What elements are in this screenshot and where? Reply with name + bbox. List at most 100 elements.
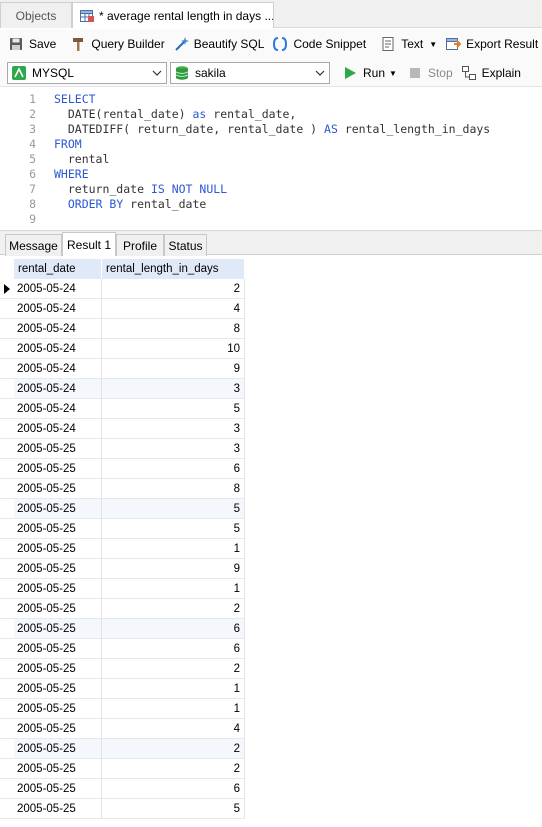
row-selector[interactable] (0, 439, 14, 459)
row-selector[interactable] (0, 659, 14, 679)
table-row[interactable]: 2005-05-25 5 (0, 519, 245, 539)
table-row[interactable]: 2005-05-24 2 (0, 279, 245, 299)
cell-rental-date[interactable]: 2005-05-25 (14, 759, 102, 779)
editor-line[interactable]: 6 WHERE (0, 166, 89, 181)
cell-rental-date[interactable]: 2005-05-25 (14, 599, 102, 619)
result-tab-profile[interactable]: Profile (116, 234, 164, 256)
cell-rental-date[interactable]: 2005-05-25 (14, 499, 102, 519)
editor-line[interactable]: 2 DATE(rental_date) as rental_date, (0, 106, 296, 121)
row-selector[interactable] (0, 759, 14, 779)
cell-rental-length[interactable]: 9 (102, 359, 245, 379)
table-row[interactable]: 2005-05-25 2 (0, 599, 245, 619)
cell-rental-length[interactable]: 6 (102, 639, 245, 659)
export-result-button[interactable]: Export Result (441, 32, 542, 56)
editor-line[interactable]: 3 DATEDIFF( return_date, rental_date ) A… (0, 121, 490, 136)
row-selector[interactable] (0, 539, 14, 559)
cell-rental-date[interactable]: 2005-05-25 (14, 699, 102, 719)
row-selector[interactable] (0, 499, 14, 519)
cell-rental-date[interactable]: 2005-05-25 (14, 659, 102, 679)
row-selector[interactable] (0, 459, 14, 479)
row-selector[interactable] (0, 739, 14, 759)
editor-line[interactable]: 1 SELECT (0, 91, 95, 106)
editor-line[interactable]: 5 rental (0, 151, 109, 166)
cell-rental-date[interactable]: 2005-05-25 (14, 799, 102, 819)
connection-select[interactable]: MYSQL (7, 62, 167, 84)
cell-rental-length[interactable]: 6 (102, 619, 245, 639)
row-selector[interactable] (0, 379, 14, 399)
code-snippet-button[interactable]: Code Snippet (268, 32, 370, 56)
row-selector[interactable] (0, 559, 14, 579)
cell-rental-date[interactable]: 2005-05-25 (14, 679, 102, 699)
cell-rental-length[interactable]: 3 (102, 439, 245, 459)
row-selector[interactable] (0, 799, 14, 819)
table-row[interactable]: 2005-05-25 8 (0, 479, 245, 499)
cell-rental-length[interactable]: 5 (102, 519, 245, 539)
table-row[interactable]: 2005-05-25 6 (0, 459, 245, 479)
tab-objects[interactable]: Objects (0, 2, 72, 28)
cell-rental-length[interactable]: 6 (102, 459, 245, 479)
editor-line[interactable]: 7 return_date IS NOT NULL (0, 181, 227, 196)
row-selector[interactable] (0, 639, 14, 659)
cell-rental-length[interactable]: 4 (102, 299, 245, 319)
editor-line[interactable]: 4 FROM (0, 136, 82, 151)
row-selector[interactable] (0, 579, 14, 599)
table-row[interactable]: 2005-05-25 6 (0, 619, 245, 639)
stop-button[interactable]: Stop (403, 61, 457, 85)
cell-rental-length[interactable]: 1 (102, 539, 245, 559)
cell-rental-date[interactable]: 2005-05-25 (14, 559, 102, 579)
editor-line[interactable]: 8 ORDER BY rental_date (0, 196, 206, 211)
cell-rental-length[interactable]: 2 (102, 279, 245, 299)
row-selector[interactable] (0, 719, 14, 739)
cell-rental-length[interactable]: 3 (102, 379, 245, 399)
cell-rental-date[interactable]: 2005-05-25 (14, 579, 102, 599)
result-tab-status[interactable]: Status (164, 234, 207, 256)
cell-rental-date[interactable]: 2005-05-25 (14, 639, 102, 659)
column-header-rental-date[interactable]: rental_date (14, 259, 102, 279)
table-row[interactable]: 2005-05-25 1 (0, 539, 245, 559)
table-row[interactable]: 2005-05-25 4 (0, 719, 245, 739)
row-selector[interactable] (0, 359, 14, 379)
cell-rental-date[interactable]: 2005-05-25 (14, 539, 102, 559)
table-row[interactable]: 2005-05-25 2 (0, 659, 245, 679)
table-row[interactable]: 2005-05-25 2 (0, 759, 245, 779)
row-selector[interactable] (0, 599, 14, 619)
cell-rental-length[interactable]: 1 (102, 679, 245, 699)
cell-rental-length[interactable]: 2 (102, 759, 245, 779)
explain-button[interactable]: Explain (457, 61, 525, 85)
cell-rental-length[interactable]: 5 (102, 399, 245, 419)
cell-rental-date[interactable]: 2005-05-25 (14, 739, 102, 759)
cell-rental-date[interactable]: 2005-05-24 (14, 359, 102, 379)
cell-rental-date[interactable]: 2005-05-24 (14, 379, 102, 399)
cell-rental-length[interactable]: 8 (102, 479, 245, 499)
tab-query[interactable]: * average rental length in days ... (72, 2, 274, 28)
cell-rental-length[interactable]: 1 (102, 699, 245, 719)
row-selector-arrow-icon[interactable] (0, 279, 14, 299)
table-row[interactable]: 2005-05-24 8 (0, 319, 245, 339)
cell-rental-length[interactable]: 2 (102, 599, 245, 619)
sql-editor[interactable]: 1 SELECT 2 DATE(rental_date) as rental_dat… (0, 88, 542, 230)
row-selector[interactable] (0, 679, 14, 699)
row-selector[interactable] (0, 319, 14, 339)
cell-rental-length[interactable]: 9 (102, 559, 245, 579)
cell-rental-length[interactable]: 2 (102, 739, 245, 759)
table-row[interactable]: 2005-05-24 3 (0, 419, 245, 439)
table-row[interactable]: 2005-05-25 6 (0, 779, 245, 799)
cell-rental-date[interactable]: 2005-05-25 (14, 439, 102, 459)
cell-rental-date[interactable]: 2005-05-24 (14, 419, 102, 439)
row-selector[interactable] (0, 699, 14, 719)
result-tab-message[interactable]: Message (5, 234, 62, 256)
row-selector[interactable] (0, 299, 14, 319)
table-row[interactable]: 2005-05-25 1 (0, 679, 245, 699)
table-row[interactable]: 2005-05-25 9 (0, 559, 245, 579)
table-row[interactable]: 2005-05-25 1 (0, 699, 245, 719)
table-row[interactable]: 2005-05-24 10 (0, 339, 245, 359)
cell-rental-date[interactable]: 2005-05-24 (14, 339, 102, 359)
row-selector[interactable] (0, 779, 14, 799)
beautify-sql-button[interactable]: Beautify SQL (169, 32, 269, 56)
cell-rental-date[interactable]: 2005-05-25 (14, 779, 102, 799)
row-selector[interactable] (0, 399, 14, 419)
cell-rental-date[interactable]: 2005-05-24 (14, 399, 102, 419)
cell-rental-length[interactable]: 8 (102, 319, 245, 339)
row-selector[interactable] (0, 339, 14, 359)
run-dropdown-icon[interactable]: ▼ (389, 69, 397, 78)
